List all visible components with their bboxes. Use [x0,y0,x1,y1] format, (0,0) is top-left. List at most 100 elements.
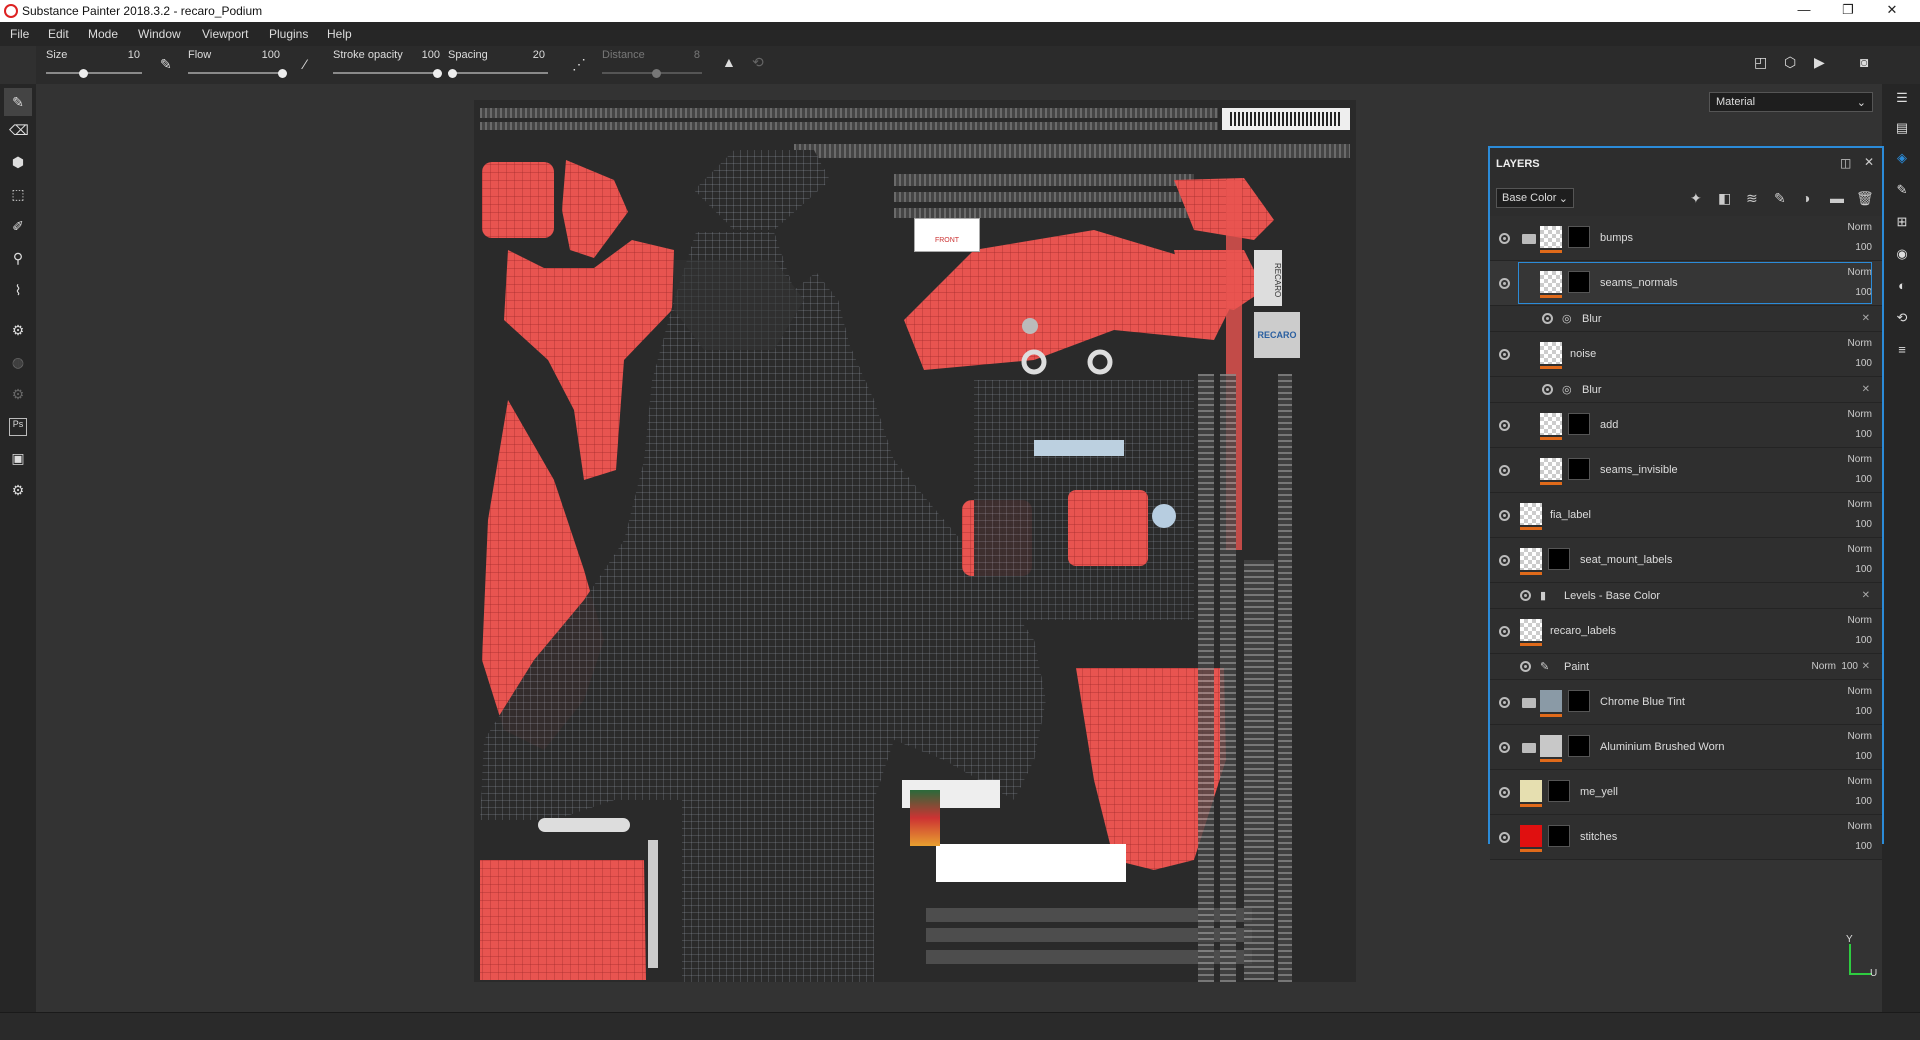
smudge-icon[interactable]: ✐ [9,218,27,236]
add-paint-layer-icon[interactable]: ✎ [1774,190,1786,207]
remove-effect-icon[interactable]: ✕ [1862,590,1870,601]
color-picker-icon[interactable]: ⌇ [9,282,27,300]
display-settings-icon[interactable]: ◉ [1894,246,1910,262]
layer-thumbnail[interactable] [1540,690,1562,712]
visibility-eye-icon[interactable] [1499,696,1510,708]
add-effect-icon[interactable]: ✦ [1690,190,1702,207]
flow-slider[interactable] [188,69,287,78]
layer-row[interactable]: Chrome Blue Tint Norm 100 [1490,680,1882,725]
remove-effect-icon[interactable]: ✕ [1862,313,1870,324]
blend-mode-select[interactable]: Norm [1848,409,1872,420]
distance-value[interactable]: 8 [670,49,700,61]
layer-thumbnail[interactable] [1540,458,1562,480]
opacity-value[interactable]: 100 [1841,661,1858,672]
layer-name[interactable]: stitches [1580,831,1617,843]
layer-row[interactable]: seams_normals Norm 100 [1490,261,1882,306]
layer-thumbnail[interactable] [1520,619,1542,641]
screenshot-icon[interactable]: ◙ [1860,54,1868,70]
polygon-fill-icon[interactable]: ⬚ [9,186,27,204]
layer-effect-row[interactable]: ◎ Blur ✕ [1490,306,1882,332]
visibility-eye-icon[interactable] [1499,232,1510,244]
clone-stamp-icon[interactable]: ⚲ [9,250,27,268]
layer-thumbnail[interactable] [1540,342,1562,364]
visibility-eye-icon[interactable] [1499,554,1510,566]
close-icon[interactable]: ✕ [1864,155,1874,169]
stroke-opacity-value[interactable]: 100 [410,49,440,61]
size-value[interactable]: 10 [110,49,140,61]
photoshop-icon[interactable]: Ps [9,418,27,436]
layer-thumbnail[interactable] [1540,226,1562,248]
blend-mode-select[interactable]: Norm [1848,499,1872,510]
paint-brush-icon[interactable]: ✎ [4,88,32,116]
menu-plugins[interactable]: Plugins [269,27,308,41]
menu-window[interactable]: Window [138,27,181,41]
visibility-eye-icon[interactable] [1499,509,1510,521]
view-mode-icon[interactable]: ◰ [1754,54,1767,71]
size-slider[interactable] [46,69,142,78]
shelf-icon[interactable]: ⊞ [1894,214,1910,230]
blend-mode-select[interactable]: Norm [1848,776,1872,787]
layer-row[interactable]: add Norm 100 [1490,403,1882,448]
close-button[interactable]: ✕ [1870,0,1914,22]
layer-row[interactable]: seat_mount_labels Norm 100 [1490,538,1882,583]
channel-select[interactable]: Base Color ⌄ [1496,188,1574,208]
menu-mode[interactable]: Mode [88,27,118,41]
layer-thumbnail[interactable] [1520,825,1542,847]
layer-thumbnail[interactable] [1520,503,1542,525]
visibility-eye-icon[interactable] [1542,313,1553,324]
blend-mode-select[interactable]: Norm [1812,661,1836,672]
layer-mask-thumbnail[interactable] [1548,780,1570,802]
layer-effect-row[interactable]: ▮ Levels - Base Color ✕ [1490,583,1882,609]
layer-row[interactable]: seams_invisible Norm 100 [1490,448,1882,493]
layer-row[interactable]: Aluminium Brushed Worn Norm 100 [1490,725,1882,770]
visibility-eye-icon[interactable] [1499,277,1510,289]
visibility-eye-icon[interactable] [1499,419,1510,431]
bake-icon[interactable]: ⚙ [9,322,27,340]
layer-name[interactable]: fia_label [1550,509,1591,521]
lazy-mouse-icon[interactable]: ⋰ [572,56,586,73]
layer-mask-thumbnail[interactable] [1568,226,1590,248]
folder-icon[interactable] [1522,233,1536,244]
layer-name[interactable]: Aluminium Brushed Worn [1600,741,1725,753]
maximize-button[interactable]: ❐ [1826,0,1870,22]
geometry-icon[interactable]: ⚙ [9,386,27,404]
layer-row[interactable]: fia_label Norm 100 [1490,493,1882,538]
viewer-settings-icon[interactable]: ◐ [1894,278,1910,294]
layer-mask-thumbnail[interactable] [1568,458,1590,480]
layer-name[interactable]: noise [1570,348,1596,360]
spacing-slider[interactable] [448,69,548,78]
flow-pressure-icon[interactable]: ⁄ [304,56,306,72]
opacity-value[interactable]: 100 [1855,242,1872,253]
projection-icon[interactable]: ⬢ [9,154,27,172]
layer-name[interactable]: add [1600,419,1618,431]
settings-icon[interactable]: ⚙ [9,482,27,500]
layer-row[interactable]: stitches Norm 100 [1490,815,1882,860]
menu-viewport[interactable]: Viewport [202,27,248,41]
layer-thumbnail[interactable] [1540,735,1562,757]
layer-mask-thumbnail[interactable] [1568,735,1590,757]
uv-texture-sheet[interactable]: RECARO RECARO FRONT [474,100,1356,982]
opacity-value[interactable]: 100 [1855,635,1872,646]
folder-icon[interactable] [1522,742,1536,753]
layer-effect-row[interactable]: ✎ Paint Norm 100 ✕ [1490,654,1882,680]
eraser-icon[interactable]: ⌫ [9,122,29,140]
texture-set-settings-icon[interactable]: ▤ [1894,120,1910,136]
log-icon[interactable]: ≡ [1894,342,1910,358]
layer-name[interactable]: me_yell [1580,786,1618,798]
layer-row[interactable]: noise Norm 100 [1490,332,1882,377]
visibility-eye-icon[interactable] [1499,786,1510,798]
opacity-value[interactable]: 100 [1855,796,1872,807]
symmetry-icon[interactable]: ▲ [722,54,736,70]
stroke-opacity-slider[interactable] [333,69,442,78]
particle-icon[interactable]: ◍ [9,354,27,372]
layer-name[interactable]: bumps [1600,232,1633,244]
opacity-value[interactable]: 100 [1855,358,1872,369]
camera-icon[interactable]: ▶ [1814,54,1825,71]
export-icon[interactable]: ▣ [9,450,27,468]
opacity-value[interactable]: 100 [1855,474,1872,485]
spacing-value[interactable]: 20 [515,49,545,61]
opacity-value[interactable]: 100 [1855,429,1872,440]
blend-mode-select[interactable]: Norm [1848,454,1872,465]
visibility-eye-icon[interactable] [1499,348,1510,360]
blend-mode-select[interactable]: Norm [1848,544,1872,555]
